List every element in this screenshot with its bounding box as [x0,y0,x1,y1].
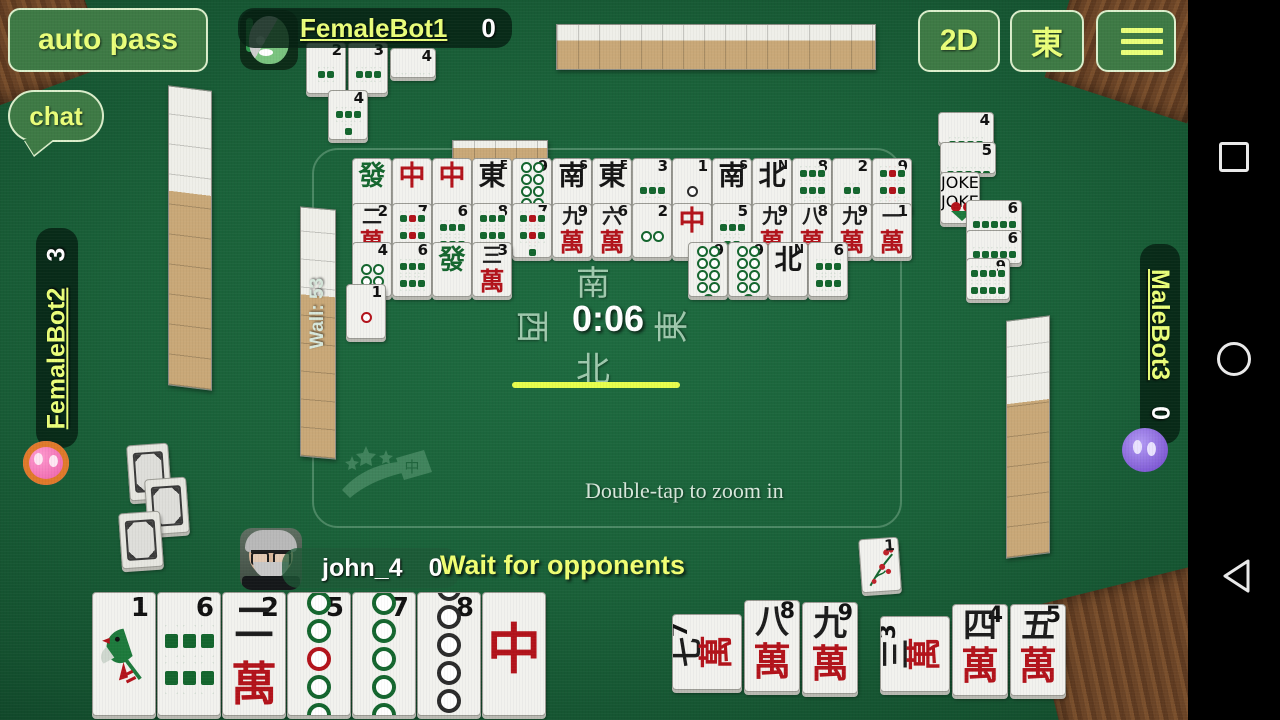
opponent-tile-right[interactable]: 4 [938,112,994,144]
turn-timer: 0:06 [571,298,645,339]
player-name-left: FemaleBot2 [42,287,71,429]
opponent-tile-right[interactable]: 9 [966,258,1010,300]
status-message: Wait for opponents [440,550,685,580]
player-score-left: 3 [42,247,71,262]
home-circle-icon[interactable] [1217,342,1251,376]
avatar-femalebot2 [16,432,76,494]
zoom-hint-text: Double-tap to zoom in [585,478,784,503]
player-score-top: 0 [481,12,496,43]
android-navigation-bar [1188,0,1280,720]
compass-west: 西 [512,309,551,344]
view-mode-button[interactable]: 2D [918,10,1000,72]
avatar-malebot3 [1116,420,1174,480]
player-plate-right[interactable]: MaleBot3 0 [1140,244,1180,444]
hand-tile[interactable]: 8 [417,592,481,716]
hand-tile[interactable]: 7 [352,592,416,716]
discard-tile[interactable]: N北 [768,242,808,297]
opponent-tile-right[interactable]: 5 [940,142,996,174]
flower-tile: 1 [858,536,902,594]
discard-tile[interactable]: 6 [392,242,432,297]
player-plate-bottom[interactable]: john_4 0 [282,548,461,588]
round-wind-button[interactable]: 東 [1010,10,1084,72]
turn-progress-bar [512,382,680,388]
meld-tile[interactable]: 8八萬 [744,600,800,692]
wall-left-upper [168,85,212,391]
discard-tile[interactable]: 6 [808,242,848,297]
recents-square-icon[interactable] [1219,142,1249,172]
discard-tile[interactable]: 1 [346,284,386,339]
compass-indicator: 南 北 西 東 0:06 [500,262,712,392]
discard-tile[interactable]: 6六萬 [592,203,632,258]
meld-tile[interactable]: 7七萬 [672,614,742,690]
meld-tile[interactable]: 3三萬 [880,616,950,692]
menu-button[interactable] [1096,10,1176,72]
player-plate-top[interactable]: FemaleBot1 0 [238,8,512,48]
hand-tile[interactable]: 中 [482,592,546,716]
discard-tile[interactable]: 9 [728,242,768,297]
discard-tile[interactable]: 發 [432,242,472,297]
game-screen: 發中中E東9S南E東31S南N北8292二萬76879九萬6六萬2中59九萬8八… [0,0,1280,720]
discard-tile[interactable]: 7 [512,203,552,258]
chat-button[interactable]: chat [8,90,104,142]
auto-pass-button[interactable]: auto pass [8,8,208,72]
discard-tile[interactable]: 9九萬 [552,203,592,258]
wall-right [1006,315,1050,559]
player-plate-left[interactable]: FemaleBot2 3 [36,228,78,448]
back-tile [118,510,164,570]
hamburger-menu-icon [1121,27,1151,55]
app-logo-icon: 中 [342,446,432,498]
meld-tile[interactable]: 5五萬 [1010,604,1066,696]
opponent-tile-top[interactable]: 2 [306,42,346,94]
discard-tile[interactable]: 1一萬 [872,203,912,258]
wall-count-label: Wall: 53 [307,277,328,349]
player-name-bottom: john_4 [322,553,403,582]
svg-text:中: 中 [404,458,419,476]
hand-tile[interactable]: 2二萬 [222,592,286,716]
meld-tile[interactable]: 9九萬 [802,602,858,694]
wall-top [556,24,876,70]
back-triangle-icon[interactable] [1221,540,1250,593]
hand-tile[interactable]: 6 [157,592,221,716]
opponent-tile-top[interactable]: 3 [348,42,388,94]
opponent-tile-top[interactable]: 4 [390,48,436,78]
opponent-tile-right[interactable]: 6 [966,200,1022,234]
opponent-tile-top[interactable]: 4 [328,90,368,140]
mahjong-table-felt[interactable]: 發中中E東9S南E東31S南N北8292二萬76879九萬6六萬2中59九萬8八… [0,0,1188,720]
player-score-right: 0 [1146,405,1175,420]
player-name-right: MaleBot3 [1146,268,1175,380]
discard-tile[interactable]: 2 [632,203,672,258]
player-name-top: FemaleBot1 [300,12,448,43]
hand-tile[interactable]: 5 [287,592,351,716]
hand-tile[interactable]: 1 [92,592,156,716]
meld-tile[interactable]: 4四萬 [952,604,1008,696]
